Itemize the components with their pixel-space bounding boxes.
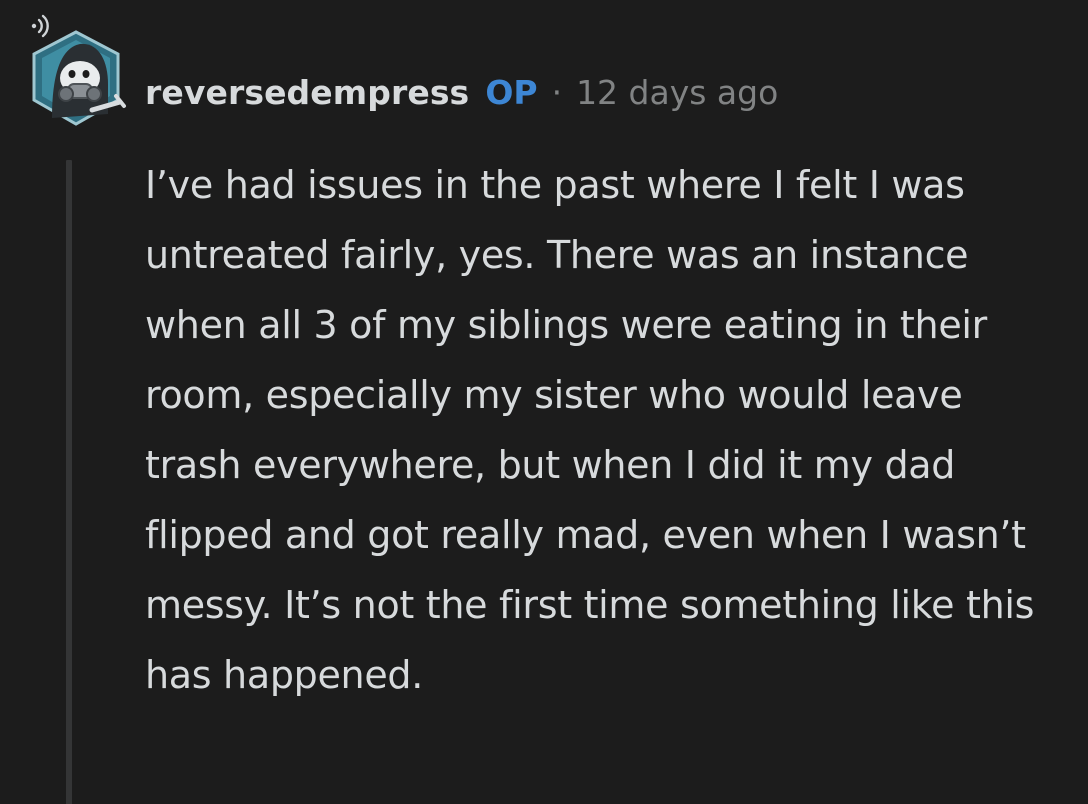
comment-meta: reversedempress OP · 12 days ago (145, 64, 778, 120)
thread-collapse-line[interactable] (66, 160, 72, 804)
online-broadcast-icon (31, 14, 49, 38)
comment-text: I’ve had issues in the past where I felt… (145, 163, 1035, 697)
meta-separator: · (551, 72, 563, 112)
comment-view: reversedempress OP · 12 days ago I’ve ha… (0, 0, 1088, 804)
comment-timestamp[interactable]: 12 days ago (576, 73, 778, 112)
comment-body: I’ve had issues in the past where I felt… (145, 150, 1050, 710)
user-avatar-snoo-icon (31, 14, 126, 126)
op-badge: OP (485, 72, 538, 112)
avatar[interactable] (22, 14, 130, 134)
author-username[interactable]: reversedempress (145, 73, 469, 112)
